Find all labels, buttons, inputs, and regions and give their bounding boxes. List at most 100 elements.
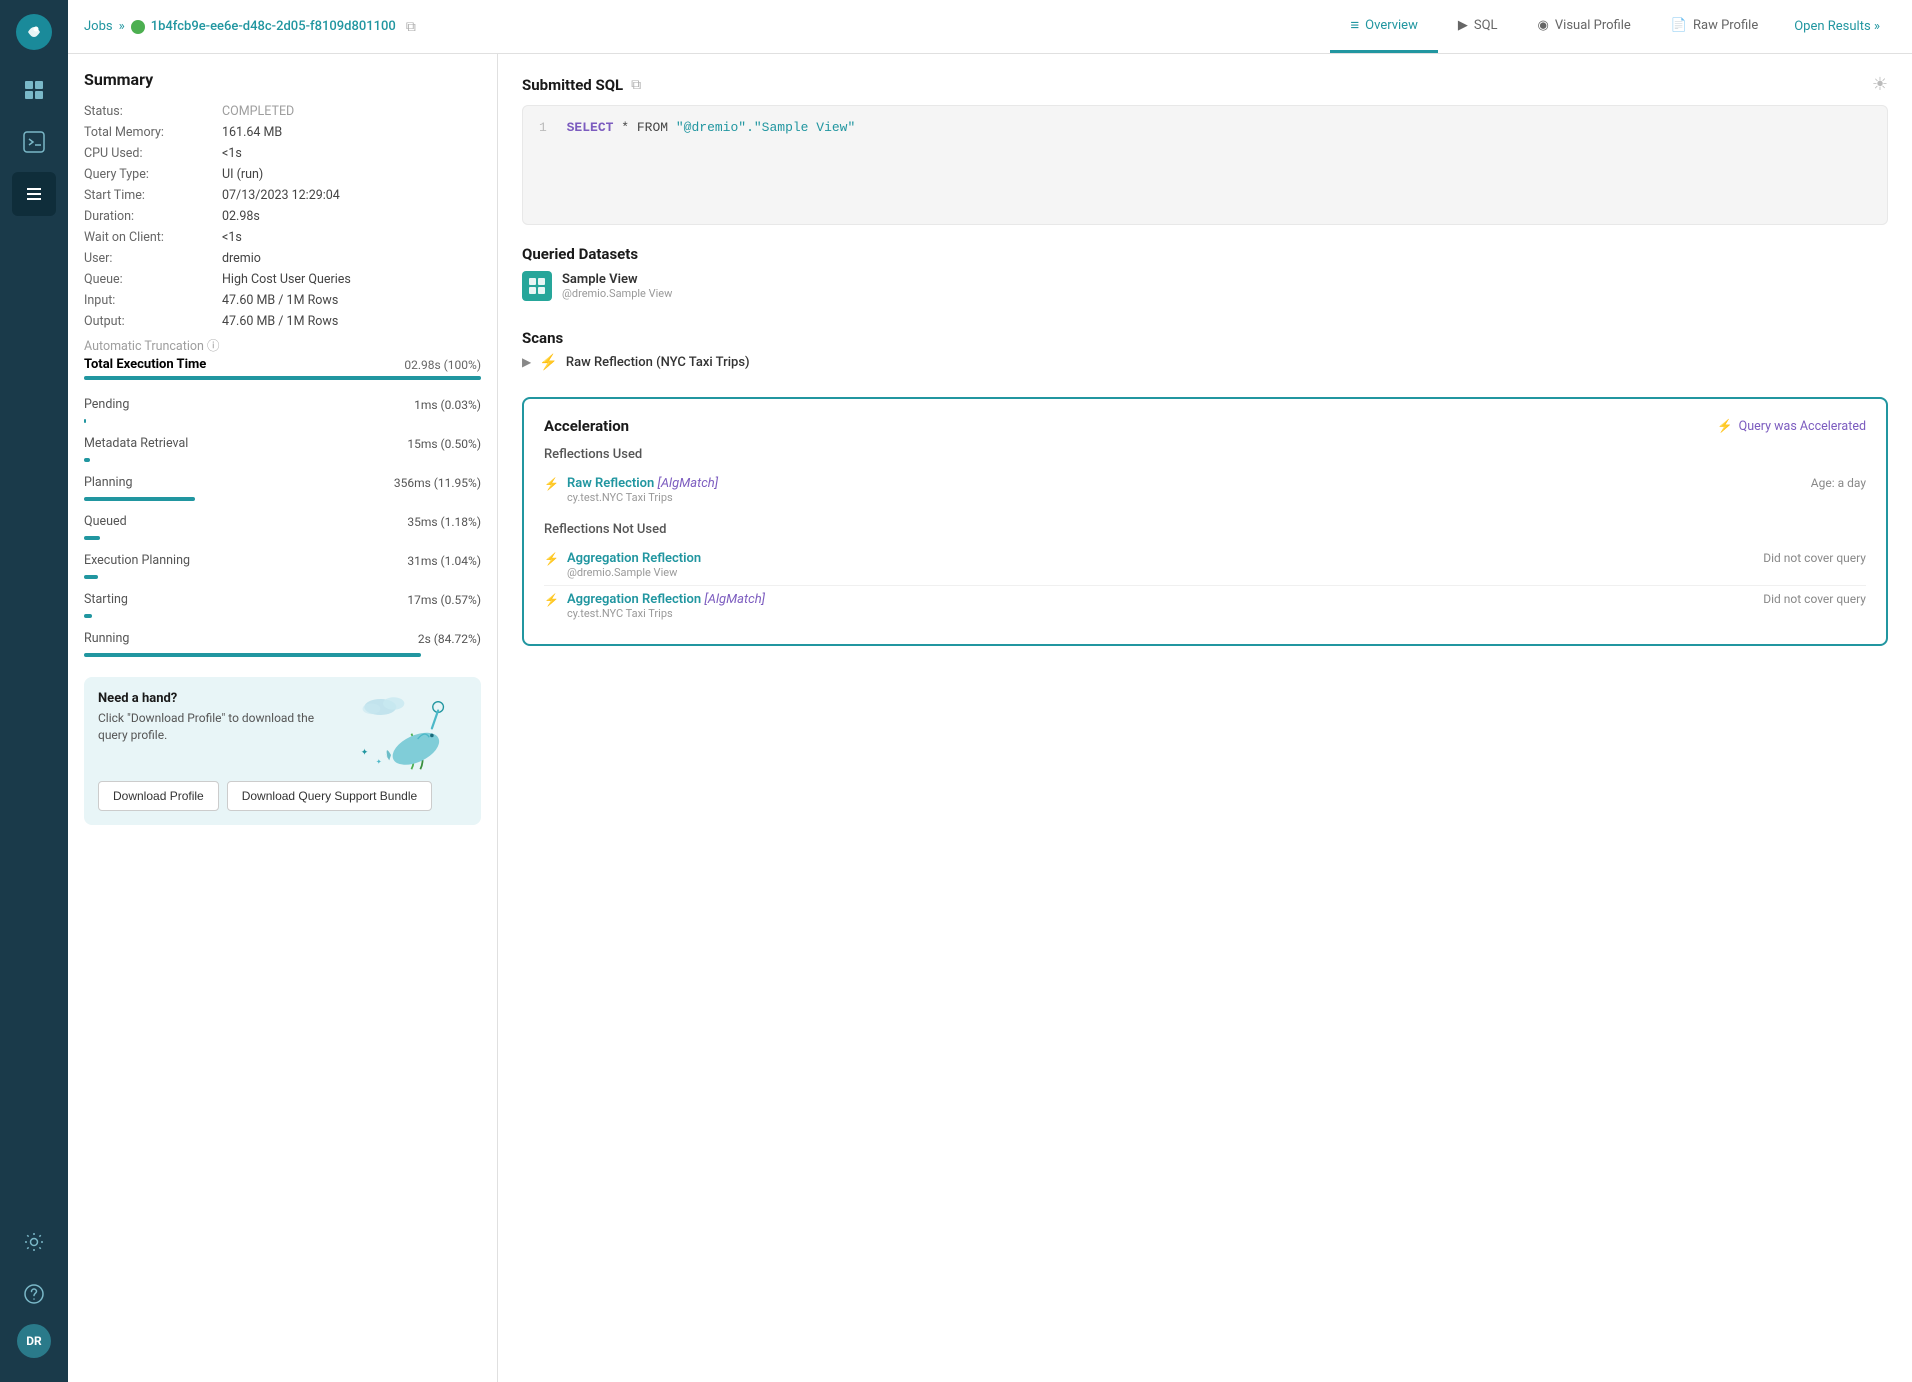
job-id-text: 1b4fcb9e-ee6e-d48c-2d05-f8109d801100 — [151, 19, 396, 34]
download-bundle-button[interactable]: Download Query Support Bundle — [227, 781, 432, 811]
dataset-path: @dremio.Sample View — [562, 287, 672, 300]
tab-sql[interactable]: ▶ SQL — [1438, 2, 1518, 52]
timing-bar — [84, 653, 421, 657]
summary-field-value: COMPLETED — [222, 104, 294, 119]
right-panel: Submitted SQL ⧉ ☀ 1 SELECT * FROM "@drem… — [498, 54, 1912, 1382]
summary-row: Query Type:UI (run) — [84, 164, 481, 185]
dataset-icon — [522, 271, 552, 301]
tab-visual-profile[interactable]: ◉ Visual Profile — [1518, 2, 1651, 52]
tab-overview[interactable]: ≡ Overview — [1330, 0, 1437, 53]
queried-datasets-title: Queried Datasets — [522, 245, 1888, 263]
scan-item[interactable]: ▶ ⚡ Raw Reflection (NYC Taxi Trips) — [522, 347, 1888, 377]
scans-title: Scans — [522, 329, 1888, 347]
timing-bar — [84, 536, 100, 540]
timing-row: Pending1ms (0.03%) — [84, 392, 481, 431]
dataset-item: Sample View @dremio.Sample View — [522, 263, 1888, 309]
download-profile-button[interactable]: Download Profile — [98, 781, 219, 811]
summary-row: Input:47.60 MB / 1M Rows — [84, 290, 481, 311]
sidebar-item-jobs[interactable] — [12, 172, 56, 216]
visual-profile-tab-label: Visual Profile — [1555, 18, 1631, 33]
summary-field-value: High Cost User Queries — [222, 272, 351, 287]
sql-copy-icon[interactable]: ⧉ — [631, 77, 641, 93]
timing-label: Execution Planning — [84, 553, 190, 568]
reflections-not-used-section: Reflections Not Used ⚡Aggregation Reflec… — [544, 522, 1866, 626]
acceleration-title: Acceleration — [544, 417, 629, 435]
timing-bar — [84, 458, 90, 462]
open-results-link[interactable]: Open Results » — [1778, 19, 1896, 34]
sidebar-item-sql[interactable] — [12, 120, 56, 164]
app-logo[interactable] — [14, 12, 54, 52]
summary-field-value: 47.60 MB / 1M Rows — [222, 314, 338, 329]
timing-bar — [84, 614, 92, 618]
jobs-link[interactable]: Jobs — [84, 19, 113, 34]
reflection-not-used-path: @dremio.Sample View — [567, 566, 701, 579]
summary-row: Queue:High Cost User Queries — [84, 269, 481, 290]
timing-label: Starting — [84, 592, 128, 607]
summary-field-label: Wait on Client: — [84, 230, 214, 245]
timing-bar — [84, 497, 195, 501]
left-panel: Summary Status:COMPLETEDTotal Memory:161… — [68, 54, 498, 1382]
summary-field-label: Query Type: — [84, 167, 214, 182]
timing-value: 17ms (0.57%) — [407, 593, 481, 607]
user-avatar[interactable]: DR — [17, 1324, 51, 1358]
submitted-sql-title: Submitted SQL — [522, 76, 623, 94]
reflection-disabled-bolt-icon: ⚡ — [544, 552, 559, 566]
sidebar-item-grid[interactable] — [12, 68, 56, 112]
acceleration-box: Acceleration ⚡ Query was Accelerated Ref… — [522, 397, 1888, 646]
sidebar-bottom: DR — [12, 1220, 56, 1370]
help-description: Click "Download Profile" to download the… — [98, 710, 335, 744]
summary-field-value: 02.98s — [222, 209, 260, 224]
queried-datasets-section: Queried Datasets Sample View @dremio.Sam… — [522, 245, 1888, 309]
reflections-used-label: Reflections Used — [544, 447, 1866, 462]
summary-row: Wait on Client:<1s — [84, 227, 481, 248]
sql-string-table: "@dremio"."Sample View" — [676, 120, 855, 135]
display-settings-icon[interactable]: ☀ — [1872, 74, 1888, 95]
timing-value: 1ms (0.03%) — [414, 398, 481, 412]
sql-line-number: 1 — [539, 120, 547, 135]
reflection-not-used-path: cy.test.NYC Taxi Trips — [567, 607, 765, 620]
timing-label: Metadata Retrieval — [84, 436, 188, 451]
timing-row: Running2s (84.72%) — [84, 626, 481, 665]
summary-row: Total Memory: 161.64 MB — [84, 122, 481, 143]
summary-row: CPU Used: <1s — [84, 143, 481, 164]
svg-text:✦: ✦ — [361, 748, 369, 758]
reflection-not-used-name[interactable]: Aggregation Reflection [AlgMatch] — [567, 592, 765, 607]
timing-row: Starting 17ms (0.57%) — [84, 587, 481, 626]
sql-rest: * FROM — [621, 120, 676, 135]
reflection-not-used-name[interactable]: Aggregation Reflection — [567, 551, 701, 566]
summary-field-value: <1s — [222, 146, 242, 161]
summary-field-label: Total Memory: — [84, 125, 214, 140]
help-buttons: Download Profile Download Query Support … — [98, 781, 467, 811]
summary-field-value: 161.64 MB — [222, 125, 282, 140]
copy-job-id-icon[interactable]: ⧉ — [406, 19, 416, 35]
topbar-tabs: ≡ Overview ▶ SQL ◉ Visual Profile 📄 Raw … — [1330, 0, 1896, 53]
timing-value: 15ms (0.50%) — [407, 437, 481, 451]
overview-tab-label: Overview — [1365, 18, 1418, 33]
summary-field-label: Start Time: — [84, 188, 214, 203]
reflection-name[interactable]: Raw Reflection [AlgMatch] — [567, 476, 718, 491]
timing-value: 31ms (1.04%) — [407, 554, 481, 568]
timing-row: Queued35ms (1.18%) — [84, 509, 481, 548]
sidebar-help-icon[interactable] — [12, 1272, 56, 1316]
sql-tab-icon: ▶ — [1458, 18, 1468, 33]
timing-label: Queued — [84, 514, 127, 529]
tab-raw-profile[interactable]: 📄 Raw Profile — [1651, 2, 1778, 52]
summary-field-label: Duration: — [84, 209, 214, 224]
timing-value: 2s (84.72%) — [418, 632, 481, 646]
reflection-bolt-icon: ⚡ — [544, 477, 559, 491]
summary-field-label: CPU Used: — [84, 146, 214, 161]
summary-field-value: 47.60 MB / 1M Rows — [222, 293, 338, 308]
reflection-not-used-row: ⚡ Aggregation Reflection@dremio.Sample Vi… — [544, 545, 1866, 586]
summary-field-value: 07/13/2023 12:29:04 — [222, 188, 340, 203]
sidebar-settings-icon[interactable] — [12, 1220, 56, 1264]
body-layout: Summary Status:COMPLETEDTotal Memory:161… — [68, 54, 1912, 1382]
svg-text:✦: ✦ — [376, 757, 382, 766]
timing-row: Metadata Retrieval 15ms (0.50%) — [84, 431, 481, 470]
overview-tab-icon: ≡ — [1350, 16, 1359, 34]
status-indicator — [131, 20, 145, 34]
dataset-name: Sample View — [562, 272, 672, 287]
accel-badge-bolt-icon: ⚡ — [1717, 419, 1733, 434]
submitted-sql-header: Submitted SQL ⧉ ☀ — [522, 74, 1888, 95]
summary-field-label: Output: — [84, 314, 214, 329]
timing-value: 356ms (11.95%) — [394, 476, 481, 490]
